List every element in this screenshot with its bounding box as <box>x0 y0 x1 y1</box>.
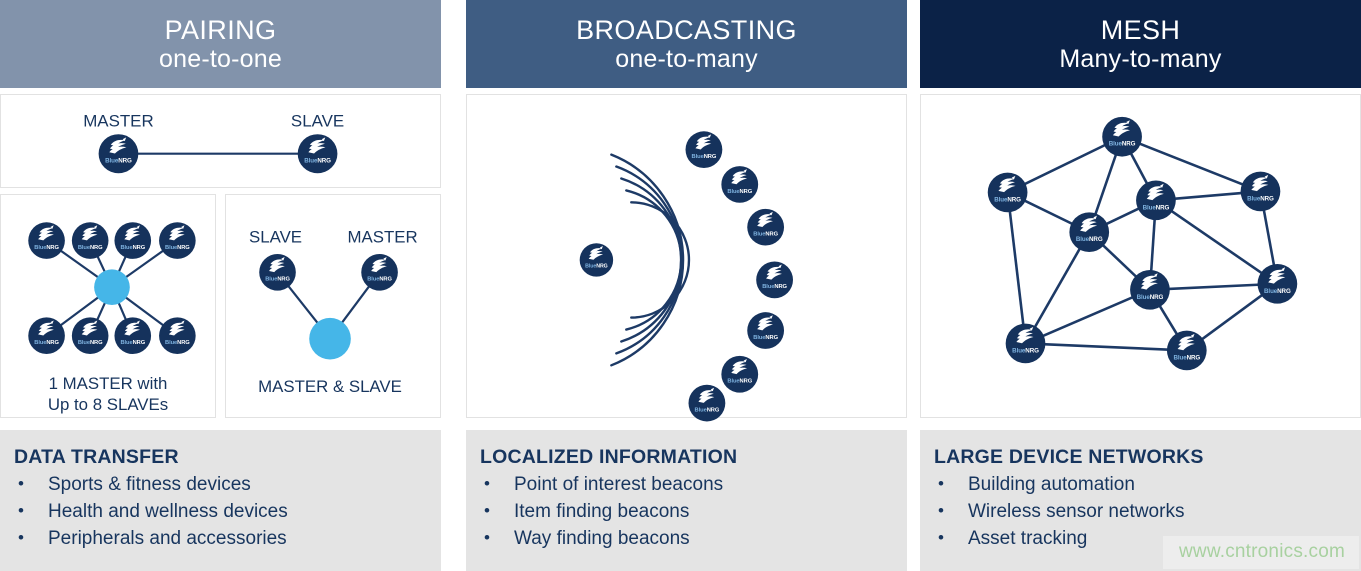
topology-infographic: PAIRING one-to-one MASTER SLAVE 1 MASTER… <box>0 0 1361 571</box>
